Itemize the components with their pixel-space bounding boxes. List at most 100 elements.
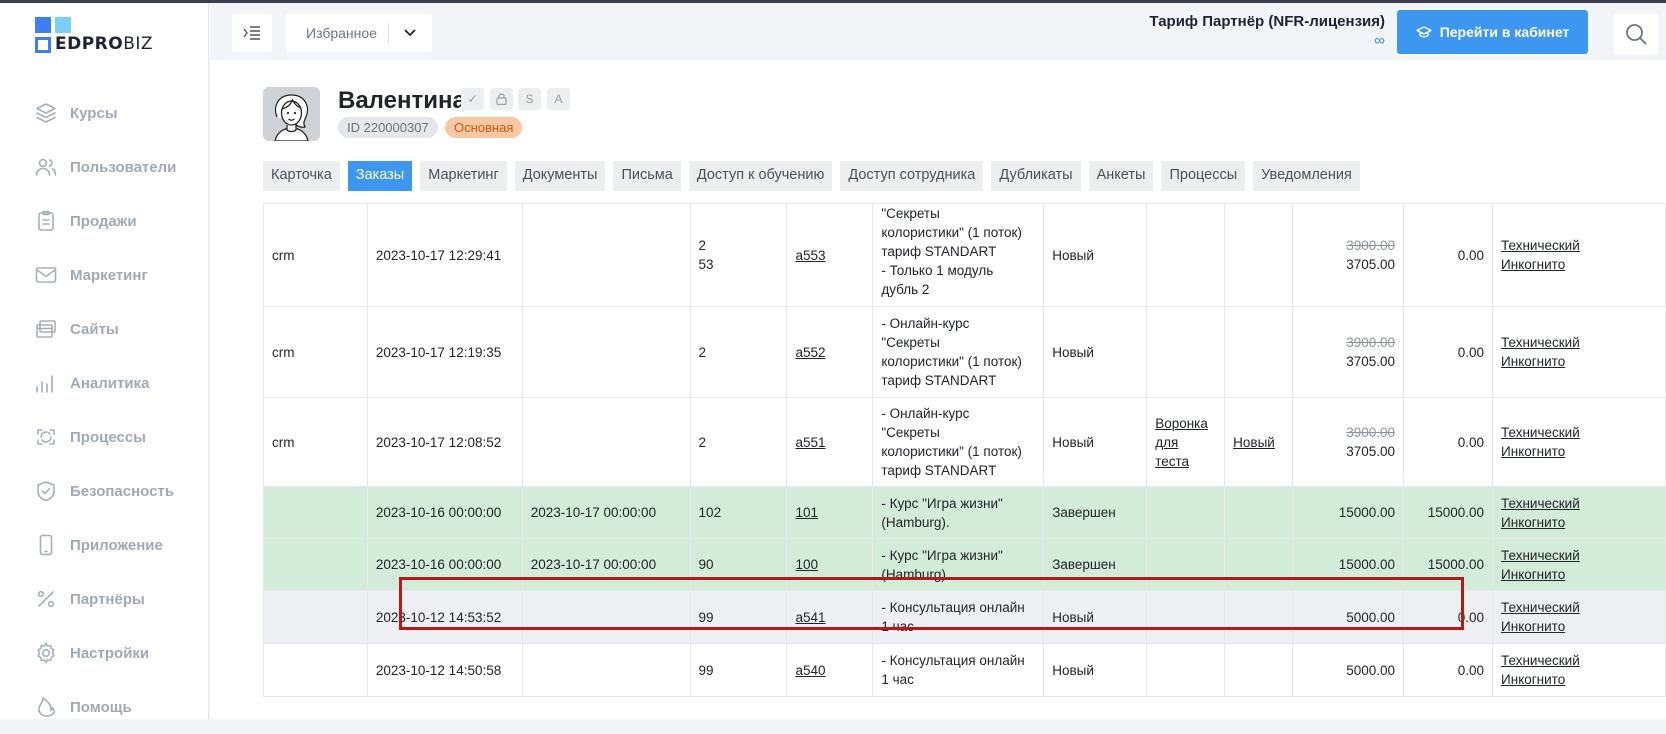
sidebar-item-label: Помощь — [70, 698, 132, 716]
order-product-line: - Курс "Игра жизни" — [881, 547, 1003, 563]
table-row[interactable]: crm 2023-10-17 12:29:41 2 53 a553 "Секреты кол… — [263, 203, 1666, 307]
order-price: 3705.00 — [1346, 354, 1396, 369]
sidebar-item-12[interactable]: Помощь — [0, 680, 208, 734]
mark-a-button[interactable]: A — [547, 88, 570, 110]
order-created-date: 2023-10-17 12:29:41 — [375, 247, 502, 263]
sidebar-item-label: Курсы — [70, 104, 118, 122]
sidebar-item-label: Сайты — [70, 320, 119, 338]
bar-chart-icon — [36, 375, 53, 393]
logo[interactable]: EDPROBIZ — [35, 17, 153, 55]
tab-7[interactable]: Доступ сотрудника — [840, 161, 984, 191]
funnel-link[interactable]: для — [1155, 433, 1216, 452]
manager-link[interactable]: Технический — [1501, 651, 1657, 670]
manager-link[interactable]: Инкогнито — [1501, 352, 1657, 371]
tab-10[interactable]: Процессы — [1161, 161, 1246, 191]
tab-5[interactable]: Письма — [613, 161, 681, 191]
order-price: 3705.00 — [1346, 257, 1396, 272]
order-number-link[interactable]: a540 — [795, 661, 864, 680]
sidebar-item-label: Маркетинг — [70, 266, 148, 284]
order-product-line: (Hamburg). — [881, 514, 950, 530]
mark-s-button[interactable]: S — [518, 88, 541, 110]
sidebar-item-6[interactable]: Аналитика — [0, 356, 208, 410]
created-cell: 2023-10-17 12:19:35 — [366, 306, 523, 398]
funnel-link[interactable]: теста — [1155, 452, 1216, 471]
order-created-date: 2023-10-16 00:00:00 — [375, 505, 502, 520]
position-cell: 2 — [689, 306, 788, 398]
sidebar-item-11[interactable]: Настройки — [0, 626, 208, 680]
sidebar-item-4[interactable]: Маркетинг — [0, 248, 208, 302]
table-row[interactable]: 2023-10-16 00:00:00 2023-10-17 00:00:00 10… — [263, 486, 1666, 539]
sidebar-item-10[interactable]: Партнёры — [0, 572, 208, 626]
manager-link[interactable]: Технический — [1501, 236, 1657, 255]
funnel-link[interactable]: Воронка — [1155, 414, 1216, 433]
manager-link[interactable]: Технический — [1501, 546, 1657, 565]
order-price: 15000.00 — [1338, 505, 1396, 520]
order-position: 102 — [698, 505, 722, 520]
funnel-cell — [1146, 486, 1226, 539]
orders-table-container[interactable]: crm 2023-10-17 12:29:41 2 53 a553 "Секреты кол… — [263, 203, 1666, 719]
order-number-link[interactable]: 100 — [795, 555, 864, 574]
favorites-dropdown[interactable]: Избранное — [286, 14, 432, 52]
tab-11[interactable]: Уведомления — [1253, 161, 1360, 191]
table-row[interactable]: crm 2023-10-17 12:19:35 2 a552 - Онлайн-курс… — [263, 306, 1666, 398]
woman-avatar-icon — [263, 87, 320, 141]
table-row[interactable]: 2023-10-16 00:00:00 2023-10-17 00:00:00 90… — [263, 538, 1666, 591]
order-number-cell: a540 — [786, 643, 874, 697]
table-row[interactable]: crm 2023-10-17 12:08:52 2 a551 - Онлайн-курс… — [263, 397, 1666, 487]
manager-link[interactable]: Технический — [1501, 494, 1657, 513]
sidebar-item-1[interactable]: Курсы — [0, 86, 208, 140]
order-price: 5000.00 — [1346, 662, 1396, 678]
tab-2[interactable]: Заказы — [347, 161, 413, 191]
order-status: Новый — [1052, 662, 1094, 678]
manager-link[interactable]: Инкогнито — [1501, 565, 1657, 584]
sidebar-item-7[interactable]: Процессы — [0, 410, 208, 464]
sidebar-item-3[interactable]: Продажи — [0, 194, 208, 248]
order-position: 99 — [698, 662, 714, 678]
stage-link[interactable]: Новый — [1233, 433, 1284, 452]
order-number-link[interactable]: a551 — [795, 433, 864, 452]
tab-3[interactable]: Маркетинг — [420, 161, 507, 191]
verified-check-icon[interactable]: ✓ — [461, 88, 484, 110]
search-button[interactable] — [1614, 14, 1658, 54]
order-number-link[interactable]: a541 — [795, 608, 864, 627]
paid-sum-cell: 0.00 — [1403, 643, 1494, 697]
table-row[interactable]: 2023-10-12 14:50:58 99 a540 - Консультация … — [263, 643, 1666, 697]
order-number-link[interactable]: a553 — [795, 246, 864, 265]
manager-link[interactable]: Технический — [1501, 598, 1657, 617]
manager-link[interactable]: Инкогнито — [1501, 513, 1657, 532]
order-number-cell: a541 — [786, 590, 874, 644]
tab-8[interactable]: Дубликаты — [991, 161, 1081, 191]
order-number-link[interactable]: a552 — [795, 343, 864, 362]
sidebar-item-5[interactable]: Сайты — [0, 302, 208, 356]
sidebar-item-2[interactable]: Пользователи — [0, 140, 208, 194]
manager-link[interactable]: Инкогнито — [1501, 617, 1657, 636]
user-avatar[interactable] — [263, 87, 320, 141]
table-row[interactable]: 2023-10-12 14:53:52 99 a541 - Консультация … — [263, 590, 1666, 644]
percent-icon — [37, 590, 55, 608]
tab-1[interactable]: Карточка — [263, 161, 340, 191]
position-cell: 99 — [689, 590, 788, 644]
manager-link[interactable]: Технический — [1501, 333, 1657, 352]
funnel-cell — [1146, 643, 1226, 697]
lock-icon[interactable] — [490, 88, 513, 110]
product-cell: - Онлайн-курс "Секреты колористики" (1 пот… — [872, 306, 1045, 398]
tab-6[interactable]: Доступ к обучению — [688, 161, 833, 191]
sidebar-item-8[interactable]: Безопасность — [0, 464, 208, 518]
old-price: 3900.00 — [1346, 238, 1396, 253]
chevron-down-icon[interactable] — [389, 29, 431, 37]
status-cell: Новый — [1043, 306, 1148, 398]
manager-link[interactable]: Инкогнито — [1501, 442, 1657, 461]
tab-9[interactable]: Анкеты — [1088, 161, 1154, 191]
users-icon — [35, 158, 57, 176]
manager-link[interactable]: Инкогнито — [1501, 255, 1657, 274]
manager-cell: Технический Инкогнито — [1492, 643, 1666, 697]
tab-4[interactable]: Документы — [514, 161, 606, 191]
manager-link[interactable]: Технический — [1501, 423, 1657, 442]
sidebar-toggle-button[interactable] — [232, 14, 272, 52]
manager-link[interactable]: Инкогнито — [1501, 670, 1657, 689]
go-to-cabinet-button[interactable]: Перейти в кабинет — [1397, 10, 1588, 54]
position-cell: 99 — [689, 643, 788, 697]
sidebar-item-9[interactable]: Приложение — [0, 518, 208, 572]
status-cell: Новый — [1043, 590, 1148, 644]
order-number-link[interactable]: 101 — [795, 503, 864, 522]
